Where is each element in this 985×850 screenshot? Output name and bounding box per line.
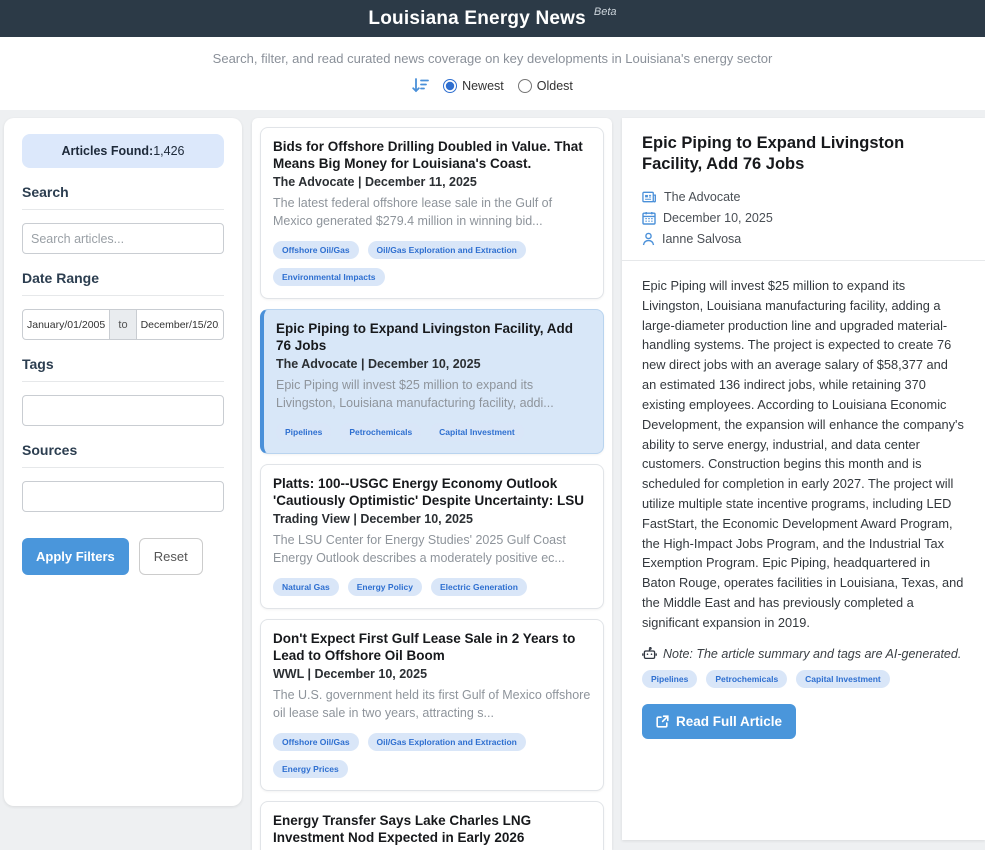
- apply-filters-button[interactable]: Apply Filters: [22, 538, 129, 575]
- tags-input[interactable]: [22, 395, 224, 426]
- person-icon: [642, 232, 655, 246]
- sort-descending-icon: [412, 78, 429, 93]
- article-tags: Pipelines Petrochemicals Capital Investmen…: [276, 423, 591, 441]
- article-title: Epic Piping to Expand Livingston Facilit…: [276, 320, 591, 355]
- article-summary: The latest federal offshore lease sale i…: [273, 194, 591, 232]
- ai-note-row: Note: The article summary and tags are A…: [642, 647, 965, 661]
- app-title: Louisiana Energy News: [368, 8, 586, 30]
- article-card[interactable]: Bids for Offshore Drilling Doubled in Va…: [260, 127, 604, 299]
- sort-newest-label: Newest: [462, 79, 504, 93]
- divider: [22, 295, 224, 296]
- sort-newest-input[interactable]: [443, 79, 457, 93]
- search-input[interactable]: [22, 223, 224, 254]
- sort-controls: Newest Oldest: [0, 78, 985, 93]
- main-content: Articles Found:1,426 Search Date Range t…: [0, 110, 985, 850]
- date-separator: to: [110, 309, 136, 340]
- search-heading: Search: [22, 184, 224, 200]
- tag-badge: Environmental Impacts: [273, 268, 385, 286]
- detail-date-row: December 10, 2025: [642, 211, 965, 225]
- calendar-icon: [642, 211, 656, 225]
- detail-source: The Advocate: [664, 190, 740, 204]
- article-card[interactable]: Epic Piping to Expand Livingston Facilit…: [260, 309, 604, 454]
- date-from-input[interactable]: [22, 309, 110, 340]
- detail-author-row: Ianne Salvosa: [642, 232, 965, 246]
- article-tags: Offshore Oil/Gas Oil/Gas Exploration and …: [273, 733, 591, 778]
- tag-badge: Offshore Oil/Gas: [273, 733, 359, 751]
- article-meta: Trading View | December 10, 2025: [273, 512, 591, 526]
- tag-badge: Oil/Gas Exploration and Extraction: [368, 733, 526, 751]
- articles-found-count: 1,426: [153, 144, 184, 158]
- app-subtitle: Search, filter, and read curated news co…: [0, 51, 985, 66]
- sort-oldest-input[interactable]: [518, 79, 532, 93]
- external-link-icon: [656, 715, 669, 728]
- sources-input[interactable]: [22, 481, 224, 512]
- articles-found-label: Articles Found:: [62, 144, 154, 158]
- read-full-article-label: Read Full Article: [676, 714, 782, 729]
- sources-heading: Sources: [22, 442, 224, 458]
- beta-badge: Beta: [594, 6, 617, 18]
- filter-actions: Apply Filters Reset: [22, 538, 224, 575]
- tag-badge: Energy Prices: [273, 760, 348, 778]
- tag-badge: Electric Generation: [431, 578, 527, 596]
- article-title: Platts: 100--USGC Energy Economy Outlook…: [273, 475, 591, 510]
- ai-note-text: Note: The article summary and tags are A…: [663, 647, 961, 661]
- detail-source-row: The Advocate: [642, 190, 965, 204]
- tag-badge: Offshore Oil/Gas: [273, 241, 359, 259]
- article-meta: The Advocate | December 10, 2025: [276, 357, 591, 371]
- newspaper-icon: [642, 190, 657, 204]
- read-full-article-button[interactable]: Read Full Article: [642, 704, 796, 739]
- filter-sidebar: Articles Found:1,426 Search Date Range t…: [4, 118, 242, 806]
- date-to-input[interactable]: [137, 309, 224, 340]
- detail-body: Epic Piping will invest $25 million to e…: [642, 276, 965, 633]
- app-header: Louisiana Energy News Beta: [0, 0, 985, 37]
- sort-oldest-radio[interactable]: Oldest: [518, 79, 573, 93]
- divider: [622, 260, 985, 261]
- tags-heading: Tags: [22, 356, 224, 372]
- sort-oldest-label: Oldest: [537, 79, 573, 93]
- tag-badge: Pipelines: [276, 423, 331, 441]
- sort-newest-radio[interactable]: Newest: [443, 79, 504, 93]
- date-range-group: to: [22, 309, 224, 340]
- detail-meta: The Advocate December 10, 2025: [642, 190, 965, 246]
- divider: [22, 467, 224, 468]
- article-summary: Epic Piping will invest $25 million to e…: [276, 376, 591, 414]
- date-range-heading: Date Range: [22, 270, 224, 286]
- detail-tags: Pipelines Petrochemicals Capital Investmen…: [642, 670, 965, 688]
- tag-badge: Capital Investment: [430, 423, 524, 441]
- article-card[interactable]: Don't Expect First Gulf Lease Sale in 2 …: [260, 619, 604, 791]
- articles-found-badge: Articles Found:1,426: [22, 134, 224, 168]
- article-tags: Natural Gas Energy Policy Electric Generat…: [273, 578, 591, 596]
- detail-date: December 10, 2025: [663, 211, 773, 225]
- article-title: Bids for Offshore Drilling Doubled in Va…: [273, 138, 591, 173]
- sub-header: Search, filter, and read curated news co…: [0, 37, 985, 110]
- article-detail: Epic Piping to Expand Livingston Facilit…: [622, 118, 985, 840]
- divider: [22, 209, 224, 210]
- tag-badge: Petrochemicals: [706, 670, 787, 688]
- article-title: Don't Expect First Gulf Lease Sale in 2 …: [273, 630, 591, 665]
- detail-author: Ianne Salvosa: [662, 232, 741, 246]
- article-summary: The U.S. government held its first Gulf …: [273, 686, 591, 724]
- divider: [22, 381, 224, 382]
- tag-badge: Capital Investment: [796, 670, 890, 688]
- tag-badge: Energy Policy: [348, 578, 422, 596]
- tag-badge: Natural Gas: [273, 578, 339, 596]
- tag-badge: Oil/Gas Exploration and Extraction: [368, 241, 526, 259]
- article-summary: The LSU Center for Energy Studies' 2025 …: [273, 531, 591, 569]
- article-list: Bids for Offshore Drilling Doubled in Va…: [252, 118, 612, 850]
- article-meta: WWL | December 10, 2025: [273, 667, 591, 681]
- article-title: Energy Transfer Says Lake Charles LNG In…: [273, 812, 591, 847]
- article-tags: Offshore Oil/Gas Oil/Gas Exploration and …: [273, 241, 591, 286]
- detail-title: Epic Piping to Expand Livingston Facilit…: [642, 133, 965, 176]
- article-meta: The Advocate | December 11, 2025: [273, 175, 591, 189]
- article-card[interactable]: Platts: 100--USGC Energy Economy Outlook…: [260, 464, 604, 609]
- article-card[interactable]: Energy Transfer Says Lake Charles LNG In…: [260, 801, 604, 850]
- tag-badge: Pipelines: [642, 670, 697, 688]
- robot-icon: [642, 647, 657, 660]
- reset-button[interactable]: Reset: [139, 538, 203, 575]
- tag-badge: Petrochemicals: [340, 423, 421, 441]
